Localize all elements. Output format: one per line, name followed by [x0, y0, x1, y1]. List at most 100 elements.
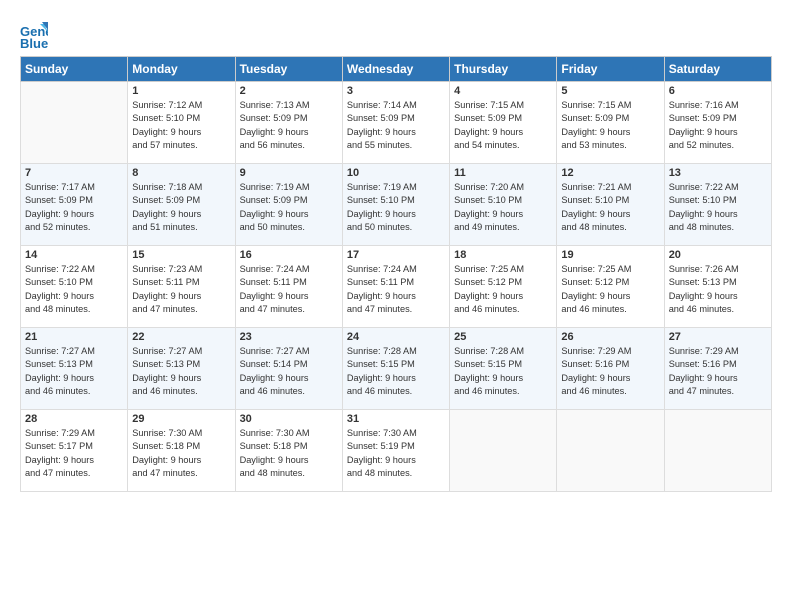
calendar-cell: 28 Sunrise: 7:29 AM Sunset: 5:17 PM Dayli…: [21, 410, 128, 492]
day-info: Sunrise: 7:25 AM Sunset: 5:12 PM Dayligh…: [454, 263, 552, 316]
day-info: Sunrise: 7:15 AM Sunset: 5:09 PM Dayligh…: [561, 99, 659, 152]
calendar-cell: 6 Sunrise: 7:16 AM Sunset: 5:09 PM Daylig…: [664, 82, 771, 164]
day-number: 20: [669, 249, 767, 261]
day-number: 11: [454, 167, 552, 179]
calendar-cell: 26 Sunrise: 7:29 AM Sunset: 5:16 PM Dayli…: [557, 328, 664, 410]
day-number: 3: [347, 85, 445, 97]
day-info: Sunrise: 7:19 AM Sunset: 5:09 PM Dayligh…: [240, 181, 338, 234]
day-info: Sunrise: 7:22 AM Sunset: 5:10 PM Dayligh…: [25, 263, 123, 316]
day-number: 16: [240, 249, 338, 261]
calendar-cell: [21, 82, 128, 164]
day-header-monday: Monday: [128, 57, 235, 82]
day-header-tuesday: Tuesday: [235, 57, 342, 82]
calendar-cell: 11Sunrise: 7:20 AM Sunset: 5:10 PM Dayli…: [450, 164, 557, 246]
day-number: 30: [240, 413, 338, 425]
logo: General Blue: [20, 22, 52, 50]
day-info: Sunrise: 7:16 AM Sunset: 5:09 PM Dayligh…: [669, 99, 767, 152]
header-row: SundayMondayTuesdayWednesdayThursdayFrid…: [21, 57, 772, 82]
day-header-saturday: Saturday: [664, 57, 771, 82]
calendar-cell: 23Sunrise: 7:27 AM Sunset: 5:14 PM Dayli…: [235, 328, 342, 410]
day-info: Sunrise: 7:30 AM Sunset: 5:19 PM Dayligh…: [347, 427, 445, 480]
calendar-cell: [450, 410, 557, 492]
day-number: 24: [347, 331, 445, 343]
day-number: 19: [561, 249, 659, 261]
calendar-cell: 20 Sunrise: 7:26 AM Sunset: 5:13 PM Dayli…: [664, 246, 771, 328]
week-row-1: 7 Sunrise: 7:17 AM Sunset: 5:09 PM Daylig…: [21, 164, 772, 246]
calendar-cell: 15 Sunrise: 7:23 AM Sunset: 5:11 PM Dayli…: [128, 246, 235, 328]
calendar-cell: 22 Sunrise: 7:27 AM Sunset: 5:13 PM Dayli…: [128, 328, 235, 410]
day-number: 5: [561, 85, 659, 97]
day-number: 27: [669, 331, 767, 343]
day-number: 28: [25, 413, 123, 425]
day-header-wednesday: Wednesday: [342, 57, 449, 82]
day-info: Sunrise: 7:29 AM Sunset: 5:16 PM Dayligh…: [669, 345, 767, 398]
svg-text:Blue: Blue: [20, 36, 48, 50]
calendar-cell: 14 Sunrise: 7:22 AM Sunset: 5:10 PM Dayli…: [21, 246, 128, 328]
day-info: Sunrise: 7:17 AM Sunset: 5:09 PM Dayligh…: [25, 181, 123, 234]
calendar-cell: 4 Sunrise: 7:15 AM Sunset: 5:09 PM Daylig…: [450, 82, 557, 164]
day-info: Sunrise: 7:27 AM Sunset: 5:13 PM Dayligh…: [25, 345, 123, 398]
calendar-cell: 27 Sunrise: 7:29 AM Sunset: 5:16 PM Dayli…: [664, 328, 771, 410]
calendar-cell: 1Sunrise: 7:12 AM Sunset: 5:10 PM Daylig…: [128, 82, 235, 164]
calendar-cell: 8Sunrise: 7:18 AM Sunset: 5:09 PM Daylig…: [128, 164, 235, 246]
day-number: 17: [347, 249, 445, 261]
header: General Blue: [20, 18, 772, 50]
day-number: 21: [25, 331, 123, 343]
day-info: Sunrise: 7:15 AM Sunset: 5:09 PM Dayligh…: [454, 99, 552, 152]
day-number: 1: [132, 85, 230, 97]
week-row-3: 21 Sunrise: 7:27 AM Sunset: 5:13 PM Dayli…: [21, 328, 772, 410]
day-info: Sunrise: 7:27 AM Sunset: 5:14 PM Dayligh…: [240, 345, 338, 398]
day-number: 31: [347, 413, 445, 425]
day-info: Sunrise: 7:26 AM Sunset: 5:13 PM Dayligh…: [669, 263, 767, 316]
calendar-cell: 7 Sunrise: 7:17 AM Sunset: 5:09 PM Daylig…: [21, 164, 128, 246]
calendar-cell: [557, 410, 664, 492]
calendar-cell: 29Sunrise: 7:30 AM Sunset: 5:18 PM Dayli…: [128, 410, 235, 492]
week-row-2: 14 Sunrise: 7:22 AM Sunset: 5:10 PM Dayli…: [21, 246, 772, 328]
day-info: Sunrise: 7:22 AM Sunset: 5:10 PM Dayligh…: [669, 181, 767, 234]
day-number: 4: [454, 85, 552, 97]
calendar-cell: 13 Sunrise: 7:22 AM Sunset: 5:10 PM Dayli…: [664, 164, 771, 246]
day-info: Sunrise: 7:27 AM Sunset: 5:13 PM Dayligh…: [132, 345, 230, 398]
day-number: 9: [240, 167, 338, 179]
day-number: 25: [454, 331, 552, 343]
calendar-cell: 12 Sunrise: 7:21 AM Sunset: 5:10 PM Dayli…: [557, 164, 664, 246]
day-info: Sunrise: 7:13 AM Sunset: 5:09 PM Dayligh…: [240, 99, 338, 152]
week-row-0: 1Sunrise: 7:12 AM Sunset: 5:10 PM Daylig…: [21, 82, 772, 164]
day-info: Sunrise: 7:29 AM Sunset: 5:17 PM Dayligh…: [25, 427, 123, 480]
day-info: Sunrise: 7:23 AM Sunset: 5:11 PM Dayligh…: [132, 263, 230, 316]
calendar-cell: 17Sunrise: 7:24 AM Sunset: 5:11 PM Dayli…: [342, 246, 449, 328]
calendar-page: General Blue SundayMondayTuesdayWednesda…: [0, 0, 792, 612]
day-info: Sunrise: 7:21 AM Sunset: 5:10 PM Dayligh…: [561, 181, 659, 234]
day-header-friday: Friday: [557, 57, 664, 82]
calendar-cell: 10Sunrise: 7:19 AM Sunset: 5:10 PM Dayli…: [342, 164, 449, 246]
day-info: Sunrise: 7:28 AM Sunset: 5:15 PM Dayligh…: [454, 345, 552, 398]
logo-icon: General Blue: [20, 22, 48, 50]
day-number: 22: [132, 331, 230, 343]
day-number: 12: [561, 167, 659, 179]
day-number: 14: [25, 249, 123, 261]
day-number: 8: [132, 167, 230, 179]
day-number: 18: [454, 249, 552, 261]
calendar-cell: 5 Sunrise: 7:15 AM Sunset: 5:09 PM Daylig…: [557, 82, 664, 164]
day-info: Sunrise: 7:30 AM Sunset: 5:18 PM Dayligh…: [240, 427, 338, 480]
calendar-cell: 21 Sunrise: 7:27 AM Sunset: 5:13 PM Dayli…: [21, 328, 128, 410]
week-row-4: 28 Sunrise: 7:29 AM Sunset: 5:17 PM Dayli…: [21, 410, 772, 492]
calendar-table: SundayMondayTuesdayWednesdayThursdayFrid…: [20, 56, 772, 492]
day-header-thursday: Thursday: [450, 57, 557, 82]
day-number: 10: [347, 167, 445, 179]
calendar-cell: 24Sunrise: 7:28 AM Sunset: 5:15 PM Dayli…: [342, 328, 449, 410]
day-info: Sunrise: 7:24 AM Sunset: 5:11 PM Dayligh…: [240, 263, 338, 316]
day-info: Sunrise: 7:30 AM Sunset: 5:18 PM Dayligh…: [132, 427, 230, 480]
day-number: 13: [669, 167, 767, 179]
day-number: 15: [132, 249, 230, 261]
calendar-cell: 9 Sunrise: 7:19 AM Sunset: 5:09 PM Daylig…: [235, 164, 342, 246]
calendar-cell: 19Sunrise: 7:25 AM Sunset: 5:12 PM Dayli…: [557, 246, 664, 328]
day-info: Sunrise: 7:29 AM Sunset: 5:16 PM Dayligh…: [561, 345, 659, 398]
calendar-cell: 16 Sunrise: 7:24 AM Sunset: 5:11 PM Dayli…: [235, 246, 342, 328]
calendar-cell: 3Sunrise: 7:14 AM Sunset: 5:09 PM Daylig…: [342, 82, 449, 164]
day-number: 6: [669, 85, 767, 97]
calendar-cell: [664, 410, 771, 492]
calendar-cell: 25 Sunrise: 7:28 AM Sunset: 5:15 PM Dayli…: [450, 328, 557, 410]
day-number: 26: [561, 331, 659, 343]
day-number: 7: [25, 167, 123, 179]
